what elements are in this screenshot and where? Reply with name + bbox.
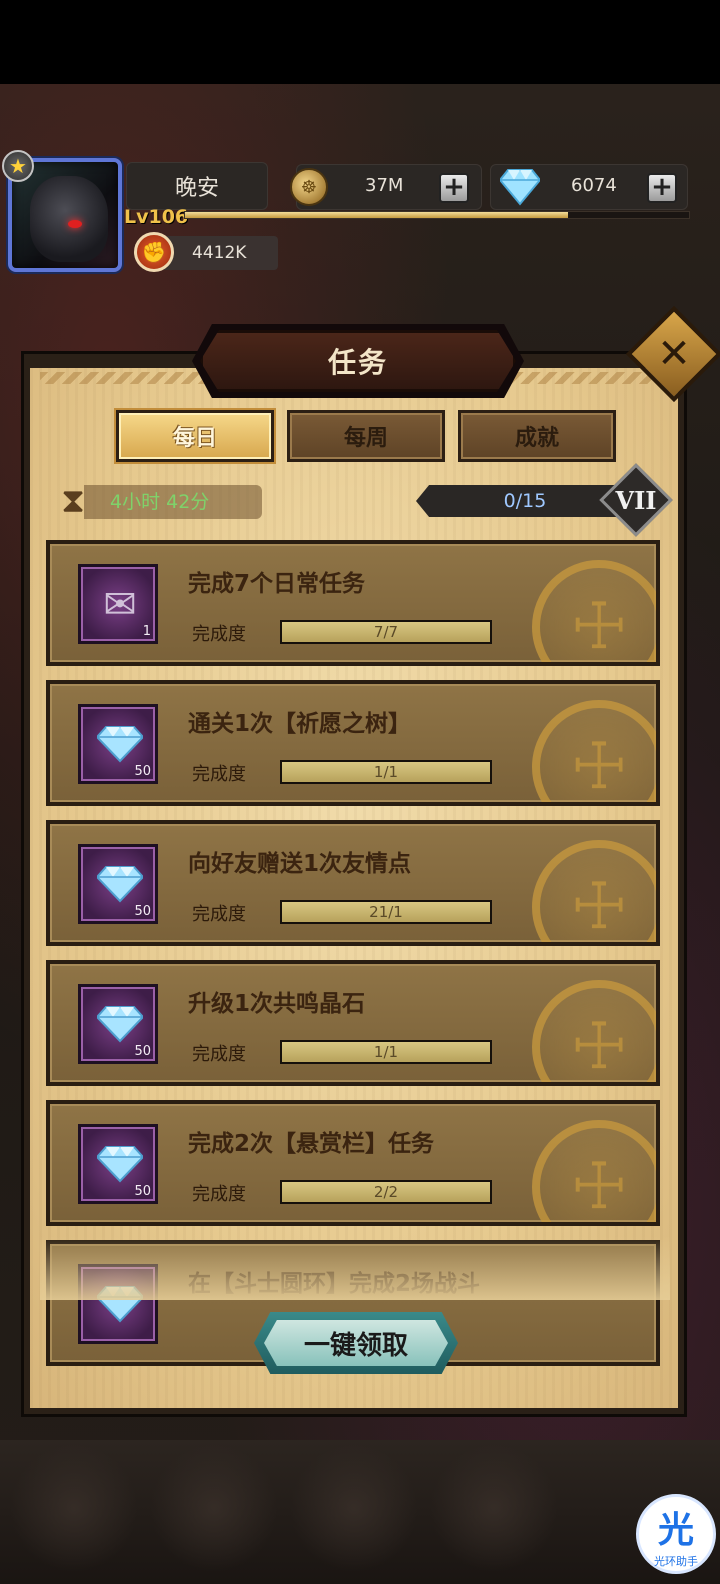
progress-bar: 7/7 bbox=[280, 620, 492, 644]
task-title: 完成7个日常任务 bbox=[188, 571, 366, 597]
progress-bar: 21/1 bbox=[280, 900, 492, 924]
reward-count: 50 bbox=[134, 904, 151, 919]
completed-stamp-icon[interactable] bbox=[532, 560, 656, 662]
list-fade-overlay bbox=[40, 1236, 670, 1300]
task-card[interactable]: ✉ 1 完成7个日常任务 完成度 7/7 bbox=[46, 540, 660, 666]
task-card[interactable]: 50 向好友赠送1次友情点完成度 21/1 bbox=[46, 820, 660, 946]
completed-stamp-icon[interactable] bbox=[532, 1120, 656, 1222]
completed-stamp-icon[interactable] bbox=[532, 980, 656, 1082]
completed-stamp-icon[interactable] bbox=[532, 840, 656, 942]
progress-bar: 1/1 bbox=[280, 760, 492, 784]
helper-app-badge[interactable]: 光 光环助手 bbox=[636, 1494, 716, 1574]
reward-count: 50 bbox=[134, 1184, 151, 1199]
reward-slot[interactable]: 50 bbox=[78, 704, 158, 784]
diamond-icon bbox=[97, 866, 143, 903]
reward-slot[interactable]: 50 bbox=[78, 844, 158, 924]
nav-item-1[interactable] bbox=[10, 1444, 138, 1572]
reward-count: 50 bbox=[134, 1044, 151, 1059]
completed-stamp-icon[interactable] bbox=[532, 700, 656, 802]
task-title: 升级1次共鸣晶石 bbox=[188, 991, 366, 1017]
reward-count: 1 bbox=[142, 624, 151, 639]
helper-label: 光环助手 bbox=[654, 1555, 698, 1568]
reward-count: 50 bbox=[134, 764, 151, 779]
task-title: 向好友赠送1次友情点 bbox=[188, 851, 412, 877]
reward-slot[interactable]: 50 bbox=[78, 1124, 158, 1204]
task-title: 完成2次【悬赏栏】任务 bbox=[188, 1131, 435, 1157]
progress-label: 完成度 bbox=[192, 904, 246, 925]
nav-item-3[interactable] bbox=[290, 1444, 418, 1572]
nav-item-4[interactable] bbox=[430, 1444, 558, 1572]
diamond-icon bbox=[97, 1006, 143, 1043]
task-card[interactable]: 50 通关1次【祈愿之树】完成度 1/1 bbox=[46, 680, 660, 806]
progress-label: 完成度 bbox=[192, 764, 246, 785]
diamond-icon bbox=[97, 726, 143, 763]
reward-slot[interactable]: 50 bbox=[78, 984, 158, 1064]
task-title: 通关1次【祈愿之树】 bbox=[188, 711, 412, 737]
progress-bar: 1/1 bbox=[280, 1040, 492, 1064]
progress-value: 21/1 bbox=[369, 903, 403, 921]
claim-all-label[interactable]: 一键领取 bbox=[264, 1320, 448, 1366]
progress-value: 2/2 bbox=[373, 1183, 399, 1201]
progress-bar: 2/2 bbox=[280, 1180, 492, 1204]
scroll-icon: ✉ bbox=[103, 582, 137, 628]
progress-value: 1/1 bbox=[373, 1043, 399, 1061]
task-card[interactable]: 50 完成2次【悬赏栏】任务完成度 2/2 bbox=[46, 1100, 660, 1226]
progress-value: 1/1 bbox=[373, 763, 399, 781]
progress-value: 7/7 bbox=[373, 623, 399, 641]
progress-label: 完成度 bbox=[192, 1044, 246, 1065]
nav-item-2[interactable] bbox=[150, 1444, 278, 1572]
helper-logo: 光 bbox=[657, 1510, 694, 1551]
diamond-icon bbox=[97, 1146, 143, 1183]
progress-label: 完成度 bbox=[192, 624, 246, 645]
progress-label: 完成度 bbox=[192, 1184, 246, 1205]
task-card[interactable]: 50 升级1次共鸣晶石完成度 1/1 bbox=[46, 960, 660, 1086]
reward-slot[interactable]: ✉ 1 bbox=[78, 564, 158, 644]
